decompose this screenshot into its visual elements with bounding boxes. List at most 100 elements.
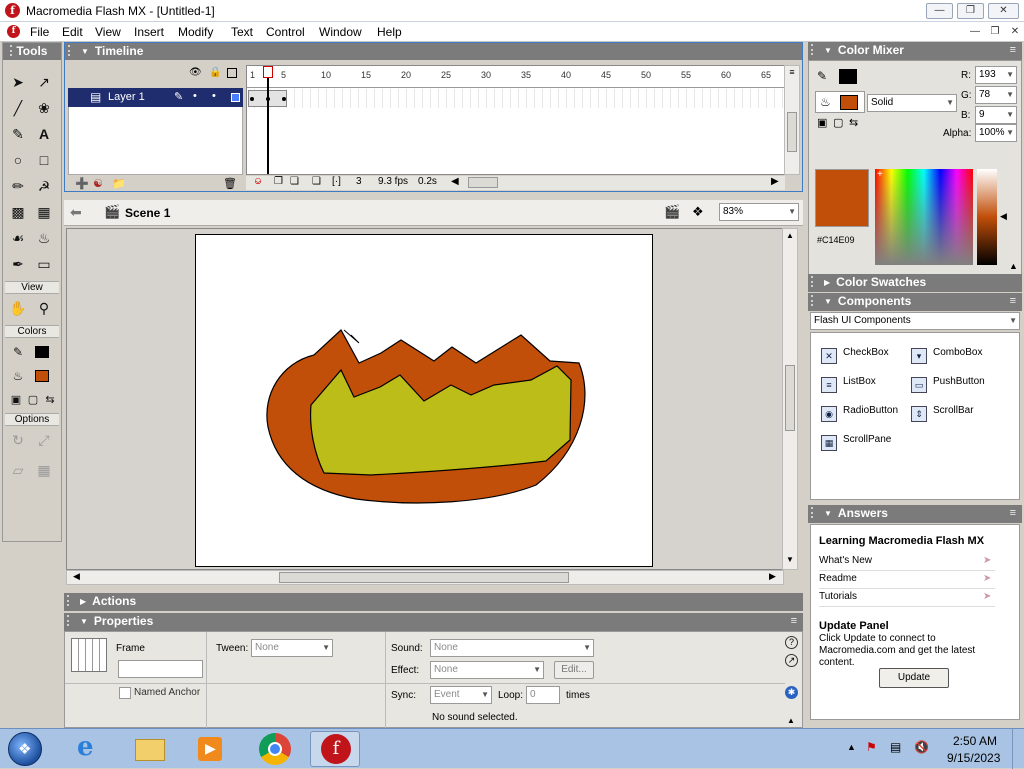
component-set-dropdown[interactable]: Flash UI Components ▼ [810, 312, 1020, 330]
maximize-button[interactable]: ❐ [957, 3, 984, 19]
actions-panel-header[interactable]: ▶ Actions [64, 593, 803, 611]
sound-dropdown[interactable]: None ▼ [430, 639, 594, 657]
subselect-tool-icon[interactable]: ↗ [33, 71, 55, 93]
zoom-dropdown[interactable]: 83% ▼ [719, 203, 799, 221]
modify-markers-icon[interactable]: [·] [332, 176, 341, 187]
scroll-left-icon[interactable]: ◀ [451, 176, 459, 187]
menu-help[interactable]: Help [377, 25, 402, 39]
tray-expand-icon[interactable]: ▲ [847, 742, 856, 752]
help-icon[interactable]: ? [785, 636, 798, 649]
stage[interactable] [195, 234, 653, 567]
blue-input[interactable]: 9 ▼ [975, 106, 1017, 124]
frame-name-input[interactable] [118, 660, 203, 678]
component-radiobutton[interactable]: ◉ RadioButton [821, 405, 898, 422]
red-input[interactable]: 193 ▼ [975, 66, 1017, 84]
stage-vscroll-thumb[interactable] [785, 365, 795, 431]
scroll-right-icon[interactable]: ▶ [771, 176, 779, 187]
accessibility-icon[interactable]: ✱ [785, 686, 798, 699]
color-spectrum[interactable] [875, 169, 973, 265]
menu-insert[interactable]: Insert [134, 25, 164, 39]
menu-text[interactable]: Text [231, 25, 253, 39]
update-button[interactable]: Update [879, 668, 949, 688]
components-header[interactable]: ▼ Components ≡ [808, 293, 1022, 311]
minimize-button[interactable]: — [926, 3, 953, 19]
menu-control[interactable]: Control [266, 25, 305, 39]
layer-1-frames[interactable] [247, 89, 784, 108]
timeline-vscroll-thumb[interactable] [787, 112, 797, 152]
arrow-link-icon[interactable]: ➤ [983, 573, 991, 584]
internet-explorer-icon[interactable]: e [65, 731, 115, 767]
scroll-left-icon[interactable]: ◀ [73, 571, 80, 582]
pencil-tool-icon[interactable]: ✏ [7, 175, 29, 197]
doc-minimize-button[interactable]: — [966, 25, 984, 39]
arrow-tool-icon[interactable]: ➤ [7, 71, 29, 93]
clock-date[interactable]: 9/15/2023 [947, 751, 1000, 765]
fill-toggle[interactable]: ♨ [815, 91, 865, 113]
edit-scene-icon[interactable]: 🎬 [664, 204, 680, 220]
timeline-hscroll-thumb[interactable] [468, 177, 498, 188]
green-input[interactable]: 78 ▼ [975, 86, 1017, 104]
scale-option-icon[interactable]: ⤢ [33, 429, 55, 451]
menu-modify[interactable]: Modify [178, 25, 213, 39]
line-tool-icon[interactable]: ╱ [7, 97, 29, 119]
brush-tool-icon[interactable]: ☭ [33, 175, 55, 197]
component-scrollbar[interactable]: ⇕ ScrollBar [911, 405, 974, 422]
readme-link[interactable]: Readme [819, 573, 995, 589]
action-center-icon[interactable]: ⚑ [866, 740, 877, 754]
collapse-icon[interactable]: ▲ [787, 716, 795, 725]
properties-panel-header[interactable]: ▼ Properties ≡ [64, 613, 803, 631]
tools-header[interactable]: Tools [3, 43, 61, 60]
scene-name[interactable]: Scene 1 [125, 206, 170, 220]
close-button[interactable]: ✕ [988, 3, 1019, 19]
stage-vscroll[interactable]: ▲ ▼ [782, 228, 798, 570]
menu-file[interactable]: File [30, 25, 49, 39]
scroll-up-icon[interactable]: ▲ [786, 231, 794, 240]
eraser-tool-icon[interactable]: ▭ [33, 253, 55, 275]
menu-window[interactable]: Window [319, 25, 362, 39]
stage-hscroll-thumb[interactable] [279, 572, 569, 583]
effect-dropdown[interactable]: None ▼ [430, 661, 544, 679]
stroke-color-swatch[interactable] [839, 69, 857, 84]
menu-icon[interactable]: ≡ [1010, 505, 1016, 522]
center-frame-icon[interactable]: ⎉ [254, 176, 262, 187]
rotate-option-icon[interactable]: ↻ [7, 429, 29, 451]
alpha-input[interactable]: 100% ▼ [975, 124, 1017, 142]
tween-dropdown[interactable]: None ▼ [251, 639, 333, 657]
eyedropper-tool-icon[interactable]: ✒ [7, 253, 29, 275]
component-pushbutton[interactable]: ▭ PushButton [911, 376, 985, 393]
ink-bottle-tool-icon[interactable]: ☙ [7, 227, 29, 249]
layer-row[interactable]: ▤ Layer 1 ✎ • • [68, 88, 243, 107]
stage-hscroll[interactable]: ◀ ▶ [66, 570, 784, 585]
zoom-tool-icon[interactable]: ⚲ [33, 297, 55, 319]
file-explorer-icon[interactable] [125, 731, 175, 767]
eye-icon[interactable]: 👁 [189, 67, 202, 78]
playhead-handle[interactable] [263, 66, 273, 78]
drawing-canvas[interactable] [196, 235, 654, 568]
timeline-menu-icon[interactable]: ≡ [784, 67, 800, 77]
chrome-icon[interactable] [250, 731, 300, 767]
show-desktop-button[interactable] [1012, 729, 1024, 769]
lasso-tool-icon[interactable]: ❀ [33, 97, 55, 119]
envelope-option-icon[interactable]: ▦ [33, 459, 55, 481]
menu-icon[interactable]: ≡ [1010, 293, 1016, 310]
layer-outline-color[interactable] [231, 93, 240, 102]
named-anchor-checkbox[interactable] [119, 687, 131, 699]
answers-header[interactable]: ▼ Answers ≡ [808, 505, 1022, 523]
whats-new-link[interactable]: What's New [819, 555, 995, 571]
brightness-pointer-icon[interactable]: ◀ [1000, 211, 1007, 222]
no-color-icon[interactable]: ▢ [833, 116, 843, 129]
component-listbox[interactable]: ≡ ListBox [821, 376, 876, 393]
tutorials-link[interactable]: Tutorials [819, 591, 995, 607]
edit-actions-icon[interactable]: ↗ [785, 654, 798, 667]
oval-tool-icon[interactable]: ○ [7, 149, 29, 171]
edit-sound-button[interactable]: Edit... [554, 661, 594, 679]
pen-tool-icon[interactable]: ✎ [7, 123, 29, 145]
timeline-header[interactable]: ▼ Timeline [65, 43, 802, 60]
start-button[interactable]: ❖ [8, 732, 42, 766]
collapse-icon[interactable]: ▲ [1009, 261, 1018, 271]
fill-type-dropdown[interactable]: Solid ▼ [867, 94, 957, 112]
add-guide-layer-icon[interactable]: ☯ [93, 177, 103, 190]
fill-color-swatch[interactable] [840, 95, 858, 110]
media-player-icon[interactable]: ▶ [185, 731, 235, 767]
brightness-slider[interactable] [977, 169, 997, 265]
